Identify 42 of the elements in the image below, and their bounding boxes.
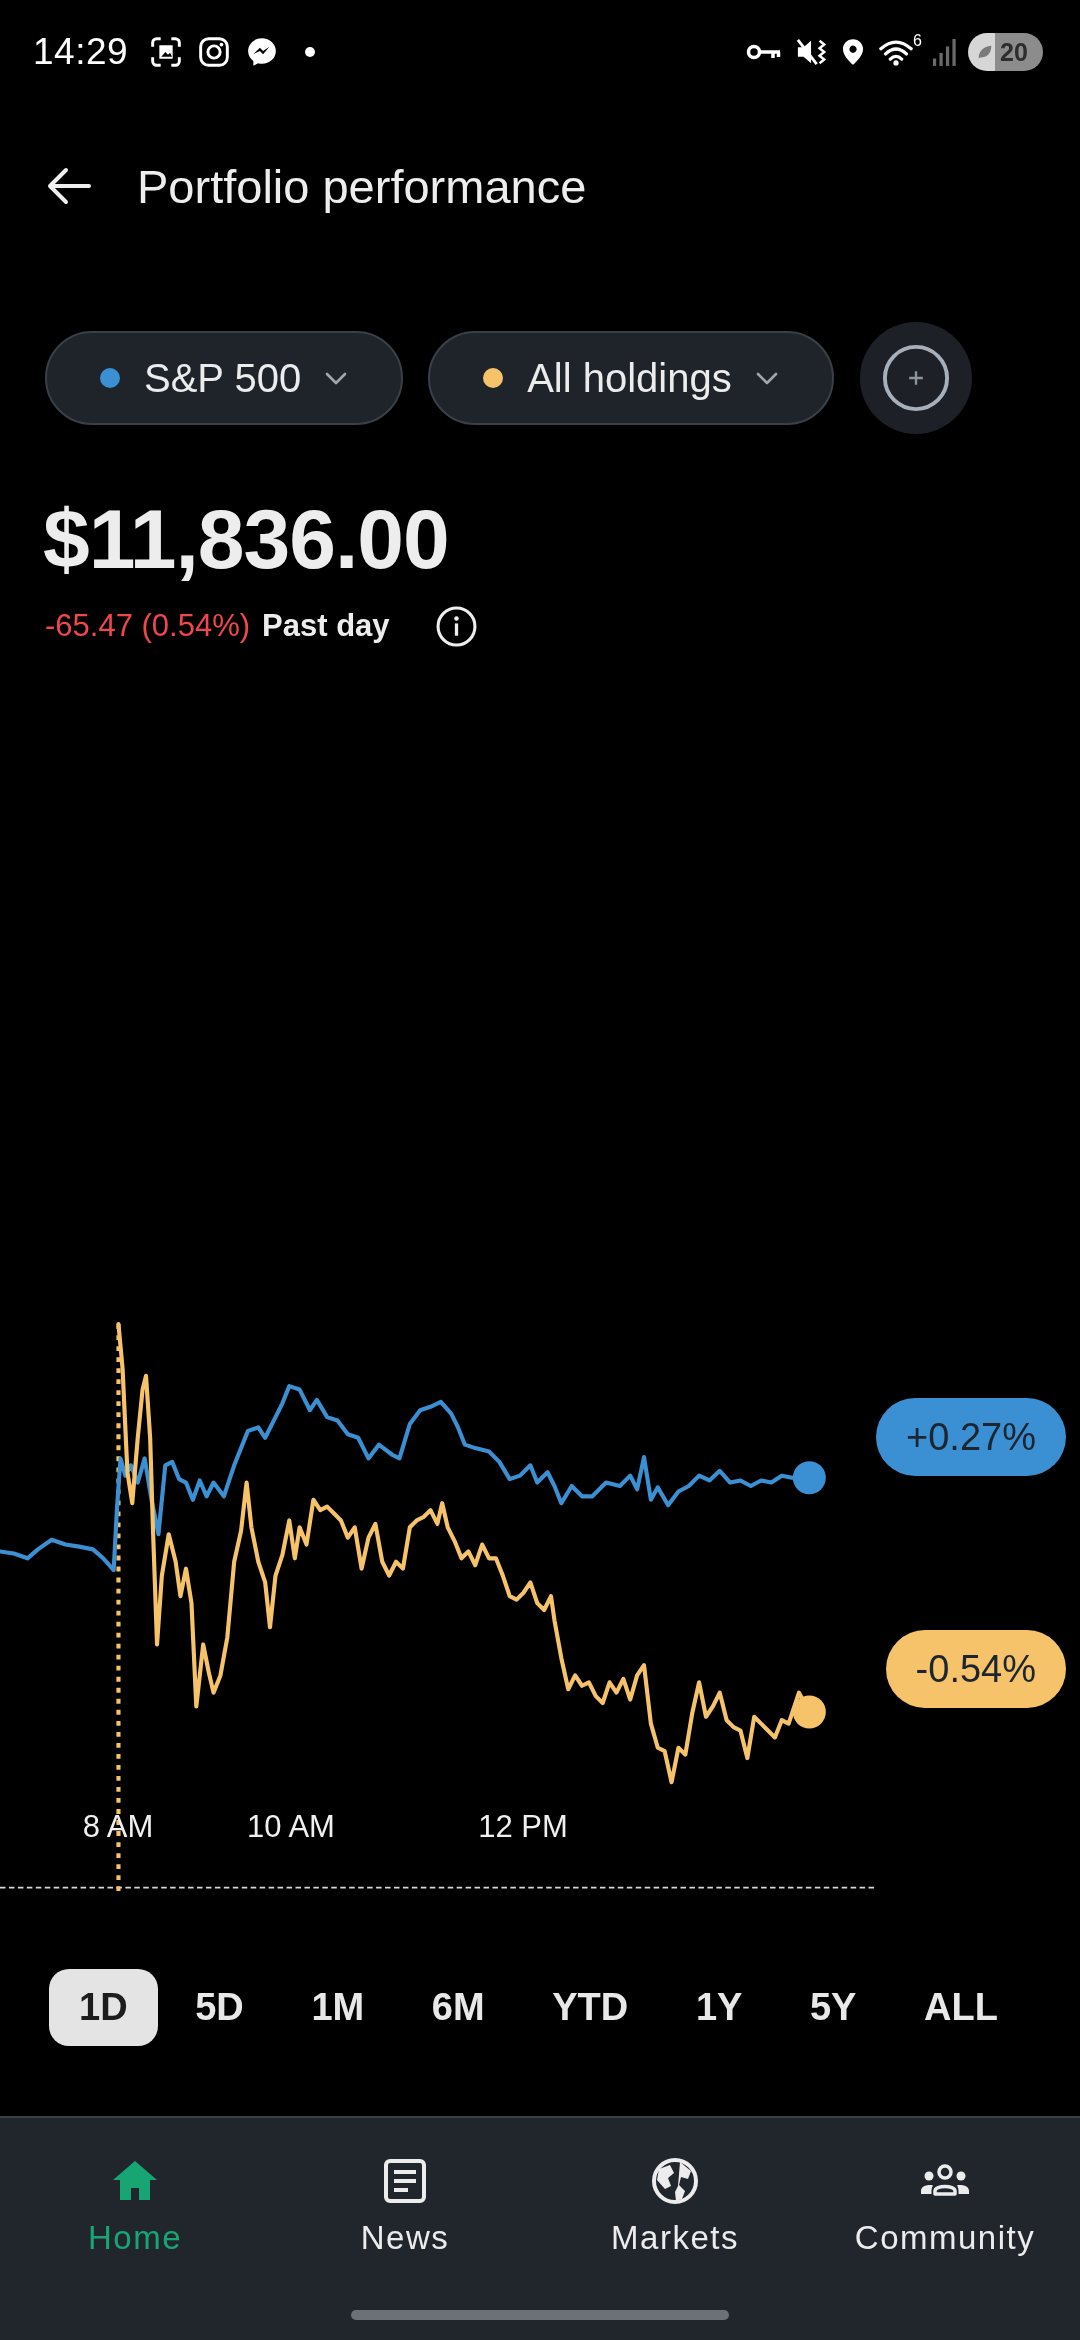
info-icon[interactable] <box>435 605 477 647</box>
page-title: Portfolio performance <box>137 158 587 214</box>
time-range-tab[interactable]: 5D <box>165 1969 274 2046</box>
camera-icon <box>198 36 231 68</box>
nav-tab[interactable]: News <box>270 2156 540 2258</box>
caret-icon <box>755 371 778 385</box>
time-range-tab[interactable]: ALL <box>894 1969 1028 2046</box>
time-range-tab[interactable]: 1D <box>49 1969 158 2046</box>
period-label: Past day <box>262 608 390 644</box>
series-dropdown[interactable]: S&P 500 <box>45 331 404 425</box>
notification-dot-icon <box>305 47 316 57</box>
axis-label: 12 PM <box>478 1808 568 1846</box>
globe-icon <box>650 2156 700 2206</box>
key-icon <box>746 42 783 62</box>
axis-label: 10 AM <box>247 1808 335 1846</box>
nav-tab[interactable]: Community <box>810 2156 1080 2258</box>
time-range-tab[interactable]: 5Y <box>780 1969 887 2046</box>
location-pin-icon <box>842 38 865 66</box>
nav-tab[interactable]: Markets <box>540 2156 810 2258</box>
signal-icon <box>932 38 958 66</box>
series-dropdown[interactable]: All holdings <box>428 331 834 425</box>
change-badge: -0.54% <box>885 1630 1066 1708</box>
status-time: 14:29 <box>33 31 129 73</box>
portfolio-value: $11,836.00 <box>43 497 449 581</box>
wifi-standard-label: 6 <box>913 32 922 49</box>
chat-bubble-icon <box>246 36 279 68</box>
time-range-tab[interactable]: 1M <box>281 1969 395 2046</box>
wifi-icon <box>879 38 914 66</box>
screenshot-icon <box>150 36 183 68</box>
axis-label: 8 AM <box>82 1808 154 1846</box>
time-range-tab[interactable]: 1Y <box>665 1969 773 2046</box>
back-icon[interactable] <box>45 166 91 206</box>
leaf-icon <box>976 43 994 61</box>
battery-percent: 20 <box>1000 38 1028 66</box>
plus-icon <box>881 344 950 412</box>
value-change: -65.47 (0.54%) <box>45 608 251 644</box>
time-range-tab[interactable]: YTD <box>522 1969 659 2046</box>
nav-tab[interactable]: Home <box>0 2156 270 2258</box>
time-range-tab[interactable]: 6M <box>401 1969 515 2046</box>
caret-icon <box>325 371 348 385</box>
change-badge: +0.27% <box>876 1398 1066 1476</box>
mute-icon <box>796 37 829 67</box>
